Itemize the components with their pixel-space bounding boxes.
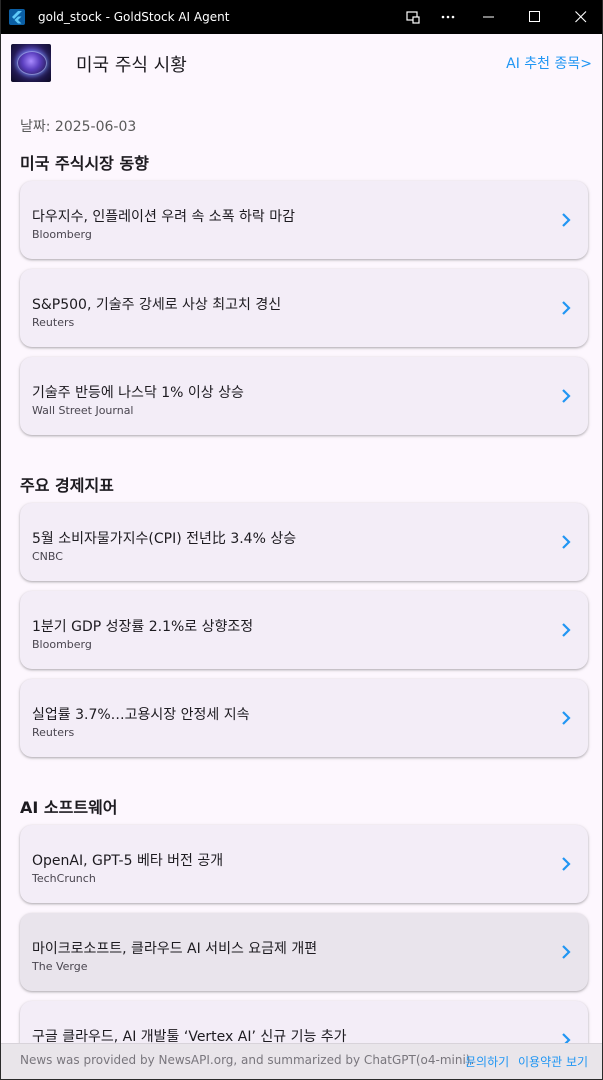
minimize-button[interactable] [466, 0, 512, 34]
news-card[interactable]: 마이크로소프트, 클라우드 AI 서비스 요금제 개편 The Verge [20, 913, 588, 991]
chevron-right-icon [562, 711, 571, 725]
news-card[interactable]: 구글 클라우드, AI 개발툴 ‘Vertex AI’ 신규 기능 추가 [20, 1001, 588, 1045]
contact-link[interactable]: 문의하기 [465, 1053, 509, 1070]
chevron-right-icon [562, 213, 571, 227]
window-title: gold_stock - GoldStock AI Agent [38, 10, 230, 24]
news-title: 기술주 반등에 나스닥 1% 이상 상승 [32, 385, 244, 401]
flutter-app-icon [9, 9, 25, 25]
news-card[interactable]: 실업률 3.7%…고용시장 안정세 지속 Reuters [20, 679, 588, 757]
news-source: The Verge [32, 960, 88, 973]
terms-link[interactable]: 이용약관 보기 [518, 1053, 588, 1070]
news-card[interactable]: OpenAI, GPT-5 베타 버전 공개 TechCrunch [20, 825, 588, 903]
section-title-ai-software: AI 소프트웨어 [20, 798, 118, 817]
news-card[interactable]: 1분기 GDP 성장률 2.1%로 상향조정 Bloomberg [20, 591, 588, 669]
date-label: 날짜: 2025-06-03 [20, 119, 137, 135]
news-source: Bloomberg [32, 228, 92, 241]
footer-attribution: News was provided by NewsAPI.org, and su… [20, 1053, 475, 1067]
chevron-right-icon [562, 301, 571, 315]
news-source: Reuters [32, 316, 75, 329]
news-card[interactable]: 기술주 반등에 나스닥 1% 이상 상승 Wall Street Journal [20, 357, 588, 435]
app-window: gold_stock - GoldStock AI Agent 미국 주식 시황… [0, 0, 603, 1080]
news-card[interactable]: S&P500, 기술주 강세로 사상 최고치 경신 Reuters [20, 269, 588, 347]
chevron-right-icon [562, 389, 571, 403]
maximize-button[interactable] [512, 0, 558, 34]
app-bar: 미국 주식 시황 AI 추천 종목> [1, 34, 602, 90]
news-title: 5월 소비자물가지수(CPI) 전년比 3.4% 상승 [32, 531, 297, 547]
chevron-right-icon [562, 623, 571, 637]
title-bar: gold_stock - GoldStock AI Agent [1, 0, 602, 34]
news-title: S&P500, 기술주 강세로 사상 최고치 경신 [32, 297, 282, 313]
news-list[interactable]: 날짜: 2025-06-03 미국 주식시장 동향 다우지수, 인플레이션 우려… [1, 90, 602, 1045]
brain-logo [11, 44, 51, 82]
news-title: 마이크로소프트, 클라우드 AI 서비스 요금제 개편 [32, 941, 318, 957]
chevron-right-icon [562, 945, 571, 959]
chevron-right-icon [562, 535, 571, 549]
news-source: Wall Street Journal [32, 404, 134, 417]
page-title: 미국 주식 시황 [76, 55, 187, 76]
news-title: 실업률 3.7%…고용시장 안정세 지속 [32, 707, 250, 723]
news-card[interactable]: 5월 소비자물가지수(CPI) 전년比 3.4% 상승 CNBC [20, 503, 588, 581]
news-source: Reuters [32, 726, 75, 739]
ai-recommendation-link[interactable]: AI 추천 종목> [506, 53, 592, 73]
news-title: 다우지수, 인플레이션 우려 속 소폭 하락 마감 [32, 209, 295, 225]
footer-bar: News was provided by NewsAPI.org, and su… [1, 1043, 602, 1079]
news-source: TechCrunch [32, 872, 96, 885]
close-button[interactable] [558, 0, 602, 34]
news-card[interactable]: 다우지수, 인플레이션 우려 속 소폭 하락 마감 Bloomberg [20, 181, 588, 259]
chevron-right-icon [562, 857, 571, 871]
section-title-economic-indicators: 주요 경제지표 [20, 476, 114, 495]
more-icon[interactable] [425, 0, 471, 34]
section-title-us-market: 미국 주식시장 동향 [20, 154, 149, 173]
news-title: 1분기 GDP 성장률 2.1%로 상향조정 [32, 619, 254, 635]
news-source: CNBC [32, 550, 63, 563]
news-source: Bloomberg [32, 638, 92, 651]
news-title: OpenAI, GPT-5 베타 버전 공개 [32, 853, 224, 869]
